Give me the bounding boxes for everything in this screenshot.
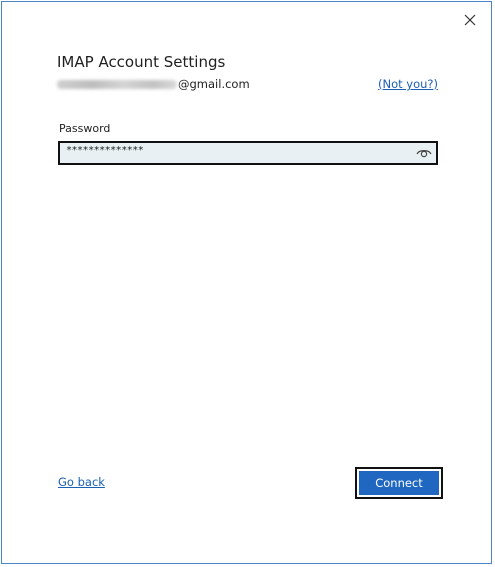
- connect-button-focus-ring: Connect: [355, 467, 443, 499]
- password-label: Password: [59, 122, 111, 135]
- go-back-link[interactable]: Go back: [58, 475, 105, 489]
- dialog-title: IMAP Account Settings: [57, 53, 226, 71]
- email-domain: @gmail.com: [178, 77, 250, 91]
- password-value: **************: [66, 145, 144, 156]
- close-button[interactable]: [460, 10, 480, 30]
- email-redacted: [57, 79, 177, 89]
- close-icon: [464, 14, 476, 26]
- reveal-password-button[interactable]: [415, 145, 433, 161]
- imap-settings-dialog: IMAP Account Settings @gmail.com (Not yo…: [1, 1, 492, 564]
- account-email: @gmail.com: [57, 77, 250, 91]
- password-input[interactable]: **************: [58, 141, 438, 165]
- connect-button[interactable]: Connect: [359, 471, 439, 495]
- not-you-link[interactable]: (Not you?): [378, 77, 438, 91]
- eye-icon: [416, 150, 432, 158]
